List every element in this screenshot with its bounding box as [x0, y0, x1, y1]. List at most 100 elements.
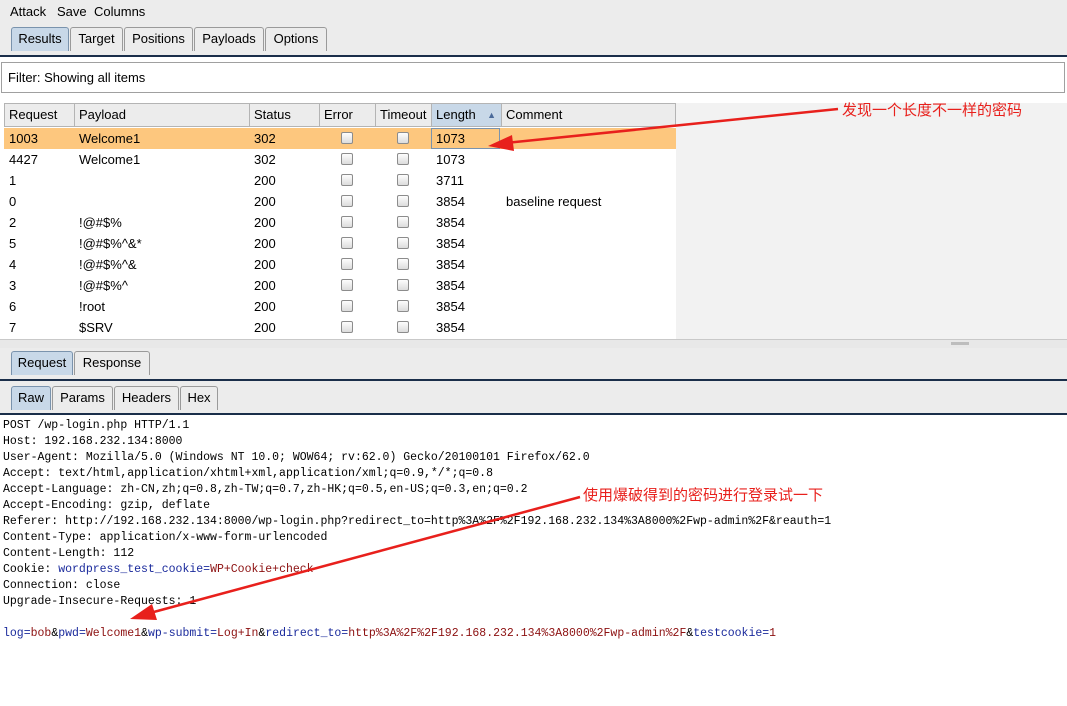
tab-payloads[interactable]: Payloads — [194, 27, 264, 51]
param-equals: = — [210, 627, 218, 640]
view-tab-strip: Raw Params Headers Hex — [0, 381, 1067, 414]
param-key: pwd — [58, 627, 79, 640]
cell-payload: !@#$%^&* — [79, 236, 142, 251]
column-header-request[interactable]: Request — [4, 103, 75, 127]
cell-length: 3854 — [436, 215, 465, 230]
timeout-checkbox-icon[interactable] — [397, 279, 409, 291]
tab-params[interactable]: Params — [52, 386, 113, 410]
table-row[interactable]: 1003 Welcome1 302 1073 — [4, 128, 676, 149]
header-content-type: Content-Type: application/x-www-form-url… — [3, 531, 328, 544]
cell-length: 3854 — [436, 320, 465, 335]
param-equals: = — [23, 627, 31, 640]
error-checkbox-icon[interactable] — [341, 258, 353, 270]
column-header-status[interactable]: Status — [250, 103, 320, 127]
column-header-payload[interactable]: Payload — [75, 103, 250, 127]
error-checkbox-icon[interactable] — [341, 279, 353, 291]
filter-bar[interactable]: Filter: Showing all items — [1, 62, 1065, 93]
header-connection: Connection: close — [3, 579, 121, 592]
tab-options[interactable]: Options — [265, 27, 327, 51]
tab-hex[interactable]: Hex — [180, 386, 218, 410]
tab-response[interactable]: Response — [74, 351, 150, 375]
header-accept-encoding: Accept-Encoding: gzip, deflate — [3, 499, 211, 512]
menu-attack[interactable]: Attack — [10, 4, 46, 19]
column-header-timeout[interactable]: Timeout — [376, 103, 432, 127]
error-checkbox-icon[interactable] — [341, 216, 353, 228]
raw-request-editor[interactable]: POST /wp-login.php HTTP/1.1 Host: 192.16… — [3, 418, 1063, 642]
error-checkbox-icon[interactable] — [341, 321, 353, 333]
cookie-label: Cookie: — [3, 563, 59, 576]
cell-request: 3 — [9, 278, 17, 293]
horizontal-scrollbar[interactable] — [0, 339, 1067, 348]
error-checkbox-icon[interactable] — [341, 195, 353, 207]
table-row[interactable]: 2 !@#$% 200 3854 — [4, 212, 676, 233]
request-line: POST /wp-login.php HTTP/1.1 — [3, 419, 190, 432]
table-row[interactable]: 3 !@#$%^ 200 3854 — [4, 275, 676, 296]
cell-length: 3854 — [436, 236, 465, 251]
timeout-checkbox-icon[interactable] — [397, 237, 409, 249]
cell-status: 200 — [254, 320, 276, 335]
menu-save[interactable]: Save — [57, 4, 87, 19]
cell-length: 1073 — [436, 152, 465, 167]
param-key: testcookie — [693, 627, 763, 640]
cell-request: 4427 — [9, 152, 38, 167]
cell-request: 0 — [9, 194, 17, 209]
cell-status: 200 — [254, 194, 276, 209]
cell-status: 302 — [254, 152, 276, 167]
tab-headers[interactable]: Headers — [114, 386, 179, 410]
param-separator: & — [141, 627, 148, 640]
cell-length: 3711 — [436, 173, 464, 188]
timeout-checkbox-icon[interactable] — [397, 300, 409, 312]
view-tab-divider — [0, 413, 1067, 415]
cell-payload: Welcome1 — [79, 131, 141, 146]
focused-cell-outline — [431, 128, 500, 149]
detail-tab-strip: Request Response — [0, 348, 1067, 380]
cell-request: 4 — [9, 257, 17, 272]
menu-columns[interactable]: Columns — [94, 4, 145, 19]
param-key: log — [3, 627, 24, 640]
table-row[interactable]: 7 $SRV 200 3854 — [4, 317, 676, 338]
table-row[interactable]: 5 !@#$%^&* 200 3854 — [4, 233, 676, 254]
tab-positions[interactable]: Positions — [124, 27, 193, 51]
column-header-length-label: Length — [436, 107, 476, 122]
error-checkbox-icon[interactable] — [341, 132, 353, 144]
cell-request: 5 — [9, 236, 17, 251]
error-checkbox-icon[interactable] — [341, 174, 353, 186]
column-header-error[interactable]: Error — [320, 103, 376, 127]
cell-payload: !@#$%^ — [79, 278, 128, 293]
column-header-length[interactable]: Length ▲ — [432, 103, 502, 127]
cell-request: 6 — [9, 299, 17, 314]
tab-target[interactable]: Target — [70, 27, 123, 51]
error-checkbox-icon[interactable] — [341, 300, 353, 312]
timeout-checkbox-icon[interactable] — [397, 195, 409, 207]
table-row[interactable]: 4 !@#$%^& 200 3854 — [4, 254, 676, 275]
timeout-checkbox-icon[interactable] — [397, 216, 409, 228]
annotation-length-note: 发现一个长度不一样的密码 — [842, 102, 1023, 119]
cell-payload: Welcome1 — [79, 152, 141, 167]
table-row[interactable]: 4427 Welcome1 302 1073 — [4, 149, 676, 170]
timeout-checkbox-icon[interactable] — [397, 153, 409, 165]
timeout-checkbox-icon[interactable] — [397, 321, 409, 333]
tab-raw[interactable]: Raw — [11, 386, 51, 410]
header-content-length: Content-Length: 112 — [3, 547, 135, 560]
table-row[interactable]: 1 200 3711 — [4, 170, 676, 191]
cell-request: 1003 — [9, 131, 38, 146]
tab-request[interactable]: Request — [11, 351, 73, 375]
timeout-checkbox-icon[interactable] — [397, 132, 409, 144]
cell-length: 3854 — [436, 257, 465, 272]
header-user-agent: User-Agent: Mozilla/5.0 (Windows NT 10.0… — [3, 451, 590, 464]
column-header-comment[interactable]: Comment — [502, 103, 676, 127]
header-host: Host: 192.168.232.134:8000 — [3, 435, 183, 448]
param-value: Log+In — [217, 627, 259, 640]
error-checkbox-icon[interactable] — [341, 237, 353, 249]
table-row[interactable]: 6 !root 200 3854 — [4, 296, 676, 317]
tab-results[interactable]: Results — [11, 27, 69, 51]
timeout-checkbox-icon[interactable] — [397, 258, 409, 270]
cell-payload: !@#$% — [79, 215, 122, 230]
cell-length: 3854 — [436, 299, 465, 314]
cell-status: 200 — [254, 236, 276, 251]
timeout-checkbox-icon[interactable] — [397, 174, 409, 186]
error-checkbox-icon[interactable] — [341, 153, 353, 165]
scrollbar-thumb[interactable] — [951, 342, 969, 345]
table-row[interactable]: 0 200 3854 baseline request — [4, 191, 676, 212]
